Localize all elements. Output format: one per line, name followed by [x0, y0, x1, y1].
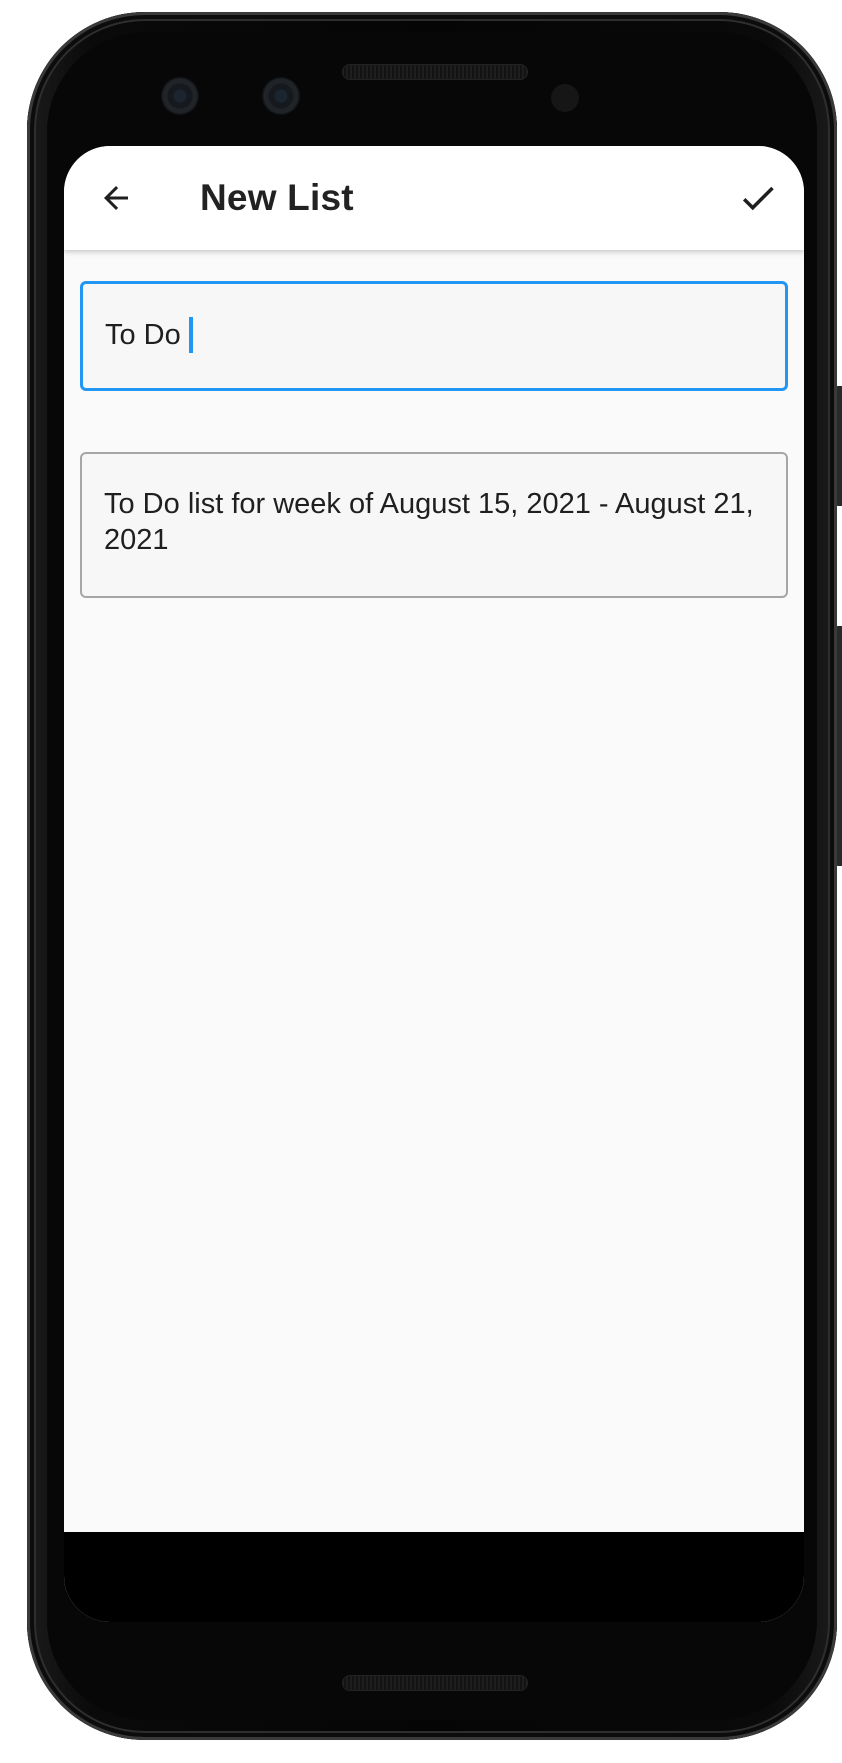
android-navigation-bar [64, 1532, 804, 1622]
save-list-button[interactable] [728, 168, 788, 228]
front-camera-right-icon [262, 77, 300, 115]
screenshot-canvas: New List To Do To Do list for week of Au… [0, 0, 842, 1763]
list-description-text: To Do list for week of August 15, 2021 -… [104, 488, 754, 556]
list-description-input[interactable]: To Do list for week of August 15, 2021 -… [80, 452, 788, 598]
check-icon [742, 186, 774, 211]
app-screen: New List To Do To Do list for week of Au… [64, 146, 804, 1622]
bottom-speaker-grille [342, 1675, 528, 1691]
list-name-text: To Do [105, 319, 181, 351]
top-app-bar: New List [64, 146, 804, 250]
page-title: New List [200, 177, 354, 218]
arrow-left-icon [104, 186, 128, 210]
back-button[interactable] [86, 168, 146, 228]
text-cursor [188, 317, 193, 353]
list-name-value: To Do [105, 317, 193, 353]
list-name-input[interactable]: To Do [80, 281, 788, 391]
proximity-sensor-icon [551, 84, 579, 112]
top-speaker-grille [342, 64, 528, 80]
front-camera-left-icon [161, 77, 199, 115]
